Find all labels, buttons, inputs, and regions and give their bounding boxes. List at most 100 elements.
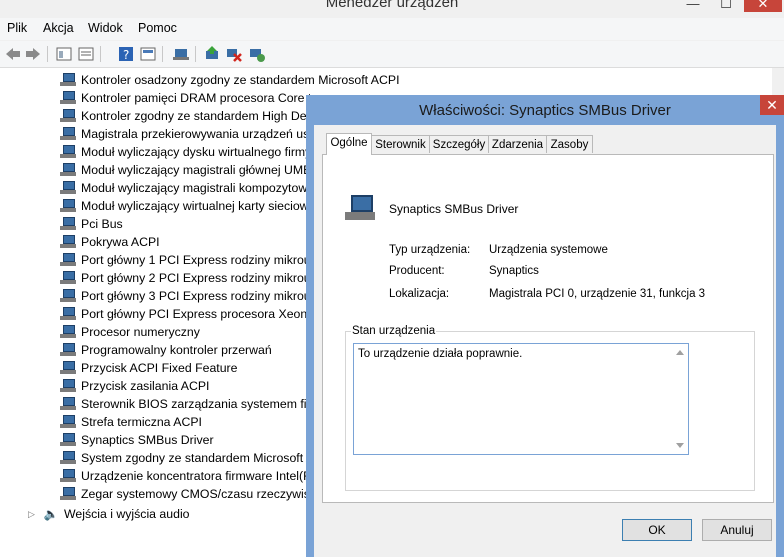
device-icon [60, 109, 76, 123]
tree-device-label: Procesor numeryczny [81, 325, 200, 339]
device-icon [60, 361, 76, 375]
status-scrollbar[interactable] [672, 344, 688, 454]
cancel-button[interactable]: Anuluj [702, 519, 772, 541]
scroll-up-icon[interactable] [676, 350, 684, 355]
uninstall-icon[interactable] [225, 45, 243, 63]
tree-device-item[interactable]: Port główny 3 PCI Express rodziny mikrou… [60, 287, 317, 305]
tree-device-item[interactable]: Kontroler pamięci DRAM procesora Core t [60, 89, 311, 107]
tree-device-item[interactable]: Port główny 1 PCI Express rodziny mikrou… [60, 251, 317, 269]
tree-device-label: Pci Bus [81, 217, 123, 231]
tree-device-item[interactable]: Synaptics SMBus Driver [60, 431, 214, 449]
device-icon [60, 433, 76, 447]
tab-szczegoly[interactable]: Szczegóły [429, 135, 489, 153]
tree-device-item[interactable]: Kontroler zgodny ze standardem High Defi [60, 107, 313, 125]
window-title: Menedżer urządzeń [325, 0, 459, 11]
device-icon [60, 145, 76, 159]
device-icon [60, 451, 76, 465]
maximize-button[interactable]: ☐ [711, 0, 741, 12]
device-icon [60, 217, 76, 231]
tree-device-item[interactable]: Moduł wyliczający magistrali kompozytow [60, 179, 307, 197]
tree-device-item[interactable]: Port główny PCI Express procesora Xeon(R [60, 305, 320, 323]
menu-widok[interactable]: Widok [88, 21, 123, 35]
menu-pomoc[interactable]: Pomoc [138, 21, 177, 35]
menu-plik[interactable]: Plik [7, 21, 27, 35]
tab-zdarzenia[interactable]: Zdarzenia [488, 135, 547, 153]
view-devices-icon[interactable] [139, 45, 157, 63]
back-icon[interactable] [4, 45, 22, 63]
toolbar: ? [0, 41, 784, 68]
tree-device-label: System zgodny ze standardem Microsoft A [81, 451, 315, 465]
device-icon [60, 343, 76, 357]
tree-device-item[interactable]: Pokrywa ACPI [60, 233, 160, 251]
minimize-button[interactable]: — [678, 0, 708, 12]
tree-device-item[interactable]: Moduł wyliczający dysku wirtualnego firm… [60, 143, 311, 161]
tree-category-audio[interactable]: ▷ 🔈 Wejścia i wyjścia audio [28, 505, 190, 523]
enable-device-icon[interactable] [248, 45, 266, 63]
view-icon[interactable] [55, 45, 73, 63]
device-icon [60, 73, 76, 87]
menubar: Plik Akcja Widok Pomoc [0, 18, 784, 40]
scan-hardware-icon[interactable] [172, 45, 190, 63]
device-icon [60, 253, 76, 267]
device-status-textbox[interactable]: To urządzenie działa poprawnie. [353, 343, 689, 455]
device-icon [60, 379, 76, 393]
tree-device-label: Kontroler pamięci DRAM procesora Core t [81, 91, 312, 105]
device-icon [60, 397, 76, 411]
tree-device-item[interactable]: Strefa termiczna ACPI [60, 413, 202, 431]
properties-dialog: Właściwości: Synaptics SMBus Driver ✕ Og… [306, 95, 784, 557]
device-type-value: Urządzenia systemowe [489, 244, 608, 256]
dialog-close-button[interactable]: ✕ [760, 95, 784, 115]
tree-device-item[interactable]: Kontroler osadzony zgodny ze standardem … [60, 71, 400, 89]
device-type-label: Typ urządzenia: [389, 244, 471, 256]
ok-button[interactable]: OK [622, 519, 692, 541]
tree-device-item[interactable]: Urządzenie koncentratora firmware Intel(… [60, 467, 312, 485]
tree-device-label: Moduł wyliczający dysku wirtualnego firm… [81, 145, 312, 159]
device-icon [60, 181, 76, 195]
scroll-down-icon[interactable] [676, 443, 684, 448]
tree-device-label: Moduł wyliczający magistrali kompozytow [81, 181, 308, 195]
properties-icon[interactable] [77, 45, 95, 63]
tree-device-item[interactable]: Przycisk zasilania ACPI [60, 377, 209, 395]
tree-device-label: Zegar systemowy CMOS/czasu rzeczywiste [81, 487, 321, 501]
tree-device-item[interactable]: Zegar systemowy CMOS/czasu rzeczywiste [60, 485, 320, 503]
menu-akcja[interactable]: Akcja [43, 21, 74, 35]
forward-icon[interactable] [24, 45, 42, 63]
device-icon [60, 91, 76, 105]
toolbar-separator [100, 46, 101, 62]
tree-device-item[interactable]: Moduł wyliczający wirtualnej karty sieci… [60, 197, 309, 215]
toolbar-separator [195, 46, 196, 62]
close-button[interactable]: ✕ [744, 0, 782, 12]
tree-device-label: Przycisk zasilania ACPI [81, 379, 210, 393]
tree-device-label: Kontroler osadzony zgodny ze standardem … [81, 73, 400, 87]
location-label: Lokalizacja: [389, 288, 450, 300]
tree-device-item[interactable]: Port główny 2 PCI Express rodziny mikrou… [60, 269, 317, 287]
tab-zasoby[interactable]: Zasoby [546, 135, 593, 153]
tree-device-item[interactable]: System zgodny ze standardem Microsoft A [60, 449, 314, 467]
dialog-title: Właściwości: Synaptics SMBus Driver [419, 102, 671, 119]
tab-sterownik[interactable]: Sterownik [371, 135, 430, 153]
tree-device-item[interactable]: Sterownik BIOS zarządzania systemem firm [60, 395, 321, 413]
tree-device-item[interactable]: Moduł wyliczający magistrali głównej UME [60, 161, 311, 179]
svg-text:?: ? [123, 48, 129, 62]
device-icon [60, 163, 76, 177]
device-status-text: To urządzenie działa poprawnie. [358, 348, 523, 360]
tree-device-item[interactable]: Magistrala przekierowywania urządzeń usł… [60, 125, 319, 143]
general-tab-panel: Synaptics SMBus Driver Typ urządzenia: U… [322, 154, 774, 503]
device-icon [60, 415, 76, 429]
tree-device-label: Port główny 3 PCI Express rodziny mikrou… [81, 289, 317, 303]
toolbar-separator [47, 46, 48, 62]
expand-icon[interactable]: ▷ [28, 509, 38, 520]
tree-device-item[interactable]: Pci Bus [60, 215, 123, 233]
tree-device-item[interactable]: Procesor numeryczny [60, 323, 200, 341]
tree-device-item[interactable]: Przycisk ACPI Fixed Feature [60, 359, 238, 377]
device-icon [60, 289, 76, 303]
help-icon[interactable]: ? [117, 45, 135, 63]
tree-device-label: Port główny PCI Express procesora Xeon(R [81, 307, 321, 321]
device-icon [60, 235, 76, 249]
update-driver-icon[interactable] [203, 45, 221, 63]
tab-ogolne[interactable]: Ogólne [326, 133, 372, 155]
device-icon [345, 195, 375, 223]
device-icon [60, 199, 76, 213]
tree-device-label: Port główny 2 PCI Express rodziny mikrou… [81, 271, 317, 285]
tree-device-item[interactable]: Programowalny kontroler przerwań [60, 341, 272, 359]
